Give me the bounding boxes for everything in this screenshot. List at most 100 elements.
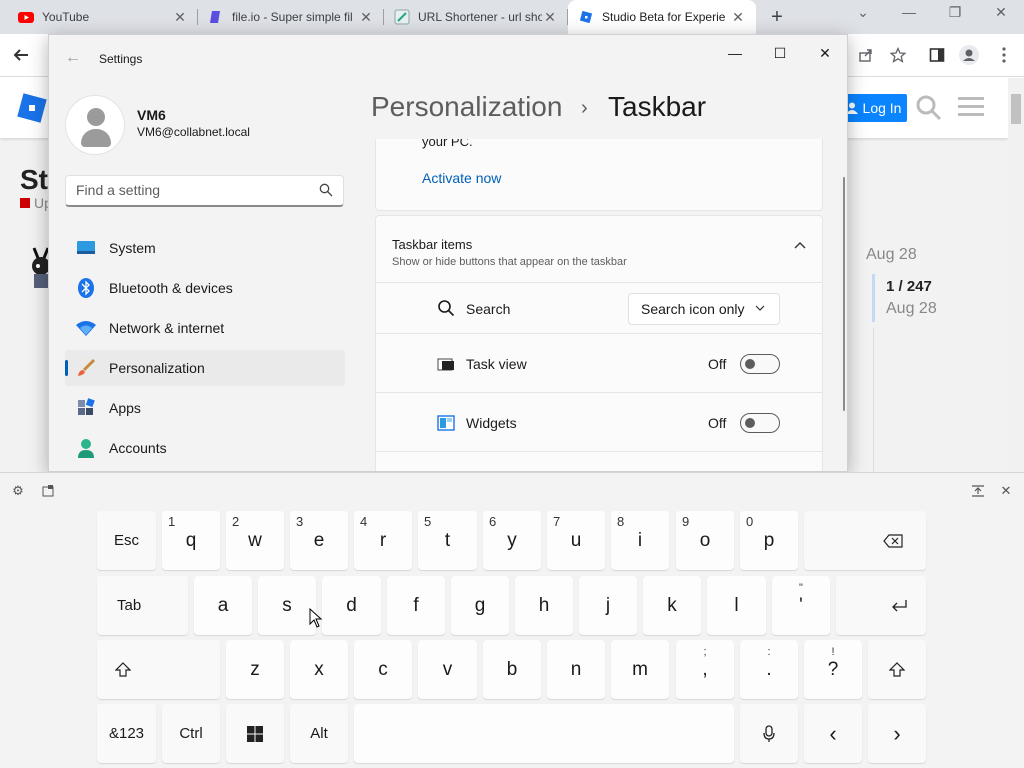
key-symbols[interactable]: &123 [97,704,156,763]
key-l[interactable]: l [707,576,766,635]
login-button[interactable]: Log In [840,94,907,122]
share-icon[interactable] [855,44,877,66]
restore-button[interactable]: ❐ [945,4,965,21]
key-n[interactable]: n [547,640,605,699]
key-esc[interactable]: Esc [97,511,156,570]
tab-fileio[interactable]: file.io - Super simple fil ✕ [198,0,384,34]
youtube-icon [18,12,34,23]
key-shift-left[interactable] [97,640,220,699]
tab-youtube[interactable]: YouTube ✕ [8,0,198,34]
search-input[interactable] [76,176,306,204]
search-icon[interactable] [915,94,943,122]
key-m[interactable]: m [611,640,669,699]
minimize-button[interactable]: — [899,4,919,20]
key-microphone[interactable] [740,704,798,763]
close-icon[interactable]: ✕ [172,9,188,26]
key-o[interactable]: 9o [676,511,734,570]
close-icon[interactable]: ✕ [542,9,558,26]
page-scrollbar[interactable] [1008,78,1024,472]
key-alt[interactable]: Alt [290,704,348,763]
key-backspace[interactable] [804,511,926,570]
user-name: VM6 [137,107,166,123]
task-view-toggle[interactable] [740,354,780,374]
key-r[interactable]: 4r [354,511,412,570]
key-windows[interactable] [226,704,284,763]
side-panel-icon[interactable] [926,44,948,66]
key-ctrl[interactable]: Ctrl [162,704,220,763]
key-h[interactable]: h [515,576,573,635]
activate-now-link[interactable]: Activate now [422,170,501,186]
avatar[interactable] [65,95,125,155]
key-q[interactable]: 1q [162,511,220,570]
close-icon[interactable]: ✕ [730,9,746,26]
key-i[interactable]: 8i [611,511,669,570]
close-window-button[interactable]: ✕ [991,4,1011,21]
nav-item-system[interactable]: System [65,230,345,266]
settings-scrollbar[interactable] [843,177,845,411]
close-icon[interactable]: ✕ [998,483,1014,499]
key-x[interactable]: x [290,640,348,699]
bookmark-star-icon[interactable] [887,44,909,66]
back-arrow-icon[interactable] [10,44,32,66]
key-j[interactable]: j [579,576,637,635]
roblox-logo-icon[interactable] [16,92,48,124]
taskbar-items-header[interactable]: Taskbar items Show or hide buttons that … [375,215,823,283]
key-y[interactable]: 6y [483,511,541,570]
key-t[interactable]: 5t [418,511,477,570]
key-apostrophe[interactable]: " ' [772,576,830,635]
search-icon[interactable] [319,183,333,197]
login-label: Log In [862,100,902,116]
nav-item-bluetooth[interactable]: Bluetooth & devices [65,270,345,306]
scrollbar-thumb[interactable] [1011,94,1021,124]
key-z[interactable]: z [226,640,284,699]
tab-studio-beta[interactable]: Studio Beta for Experie ✕ [568,0,756,34]
key-enter[interactable] [836,576,926,635]
tab-url-shortener[interactable]: URL Shortener - url sho ✕ [384,0,568,34]
nav-item-personalization[interactable]: Personalization [65,350,345,386]
back-arrow-icon[interactable]: ← [65,49,81,67]
key-shift-right[interactable] [868,640,926,699]
close-button[interactable]: ✕ [815,45,835,62]
key-arrow-left[interactable]: ‹ [804,704,862,763]
key-w[interactable]: 2w [226,511,284,570]
breadcrumb-parent[interactable]: Personalization [371,91,562,123]
dock-icon[interactable] [970,483,986,499]
key-g[interactable]: g [451,576,509,635]
close-icon[interactable]: ✕ [358,9,374,26]
key-p[interactable]: 0p [740,511,798,570]
search-mode-dropdown[interactable]: Search icon only [628,293,780,325]
nav-item-accounts[interactable]: Accounts [65,430,345,466]
new-tab-button[interactable]: + [766,6,788,29]
key-s[interactable]: s [258,576,316,635]
gear-icon[interactable]: ⚙ [10,483,26,499]
hamburger-menu-icon[interactable] [958,96,984,118]
shift-icon [115,661,131,677]
key-k[interactable]: k [643,576,701,635]
widgets-toggle[interactable] [740,413,780,433]
key-period[interactable]: :. [740,640,798,699]
key-e[interactable]: 3e [290,511,348,570]
key-a[interactable]: a [194,576,252,635]
tab-search-icon[interactable]: ⌄ [853,4,873,21]
profile-icon[interactable] [958,44,980,66]
key-u[interactable]: 7u [547,511,605,570]
chevron-up-icon[interactable] [794,241,806,249]
key-f[interactable]: f [387,576,445,635]
nav-item-apps[interactable]: Apps [65,390,345,426]
menu-kebab-icon[interactable] [993,44,1015,66]
key-space[interactable] [354,704,734,763]
key-d[interactable]: d [322,576,381,635]
clipboard-icon[interactable] [40,483,56,499]
key-c[interactable]: c [354,640,412,699]
key-arrow-right[interactable]: › [868,704,926,763]
key-v[interactable]: v [418,640,477,699]
key-b[interactable]: b [483,640,541,699]
key-question[interactable]: !? [804,640,862,699]
key-tab[interactable]: Tab [97,576,188,635]
maximize-button[interactable]: ☐ [770,45,790,62]
nav-item-network[interactable]: Network & internet [65,310,345,346]
shift-icon [889,661,905,677]
key-comma[interactable]: ;, [676,640,734,699]
minimize-button[interactable]: — [725,45,745,61]
find-setting-box[interactable] [65,175,344,207]
